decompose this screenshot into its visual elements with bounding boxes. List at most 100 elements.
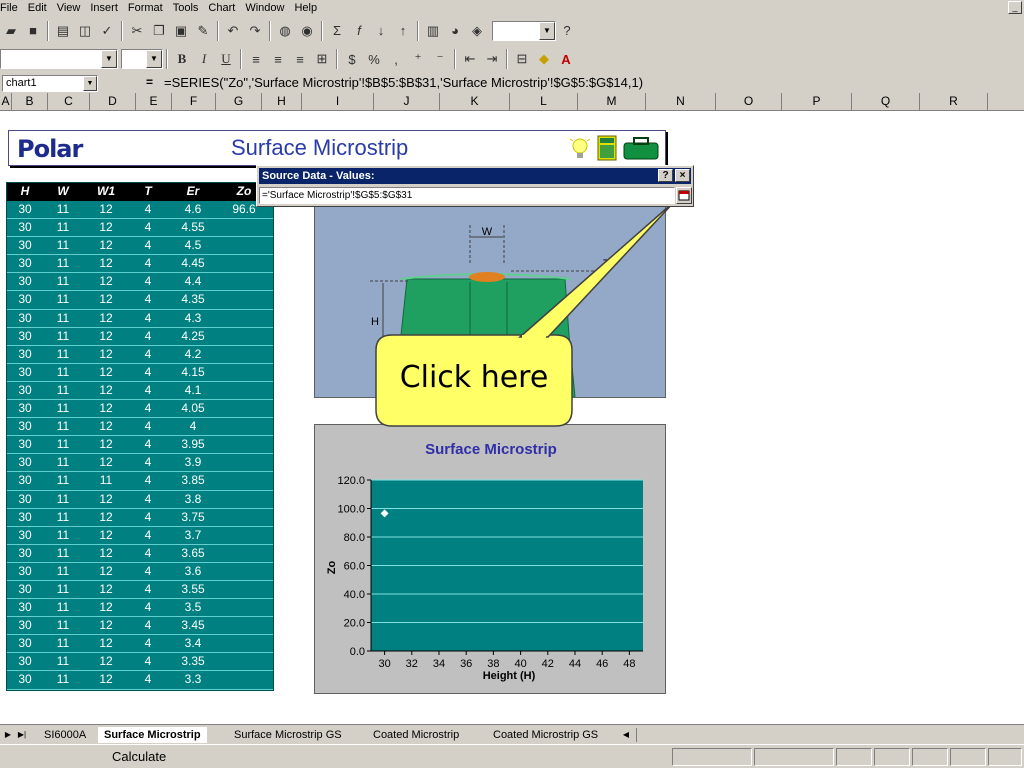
table-cell[interactable] bbox=[219, 219, 269, 236]
align-center-icon[interactable]: ≡ bbox=[267, 48, 289, 70]
tab-surface-microstrip[interactable]: Surface Microstrip bbox=[98, 727, 207, 743]
table-cell[interactable]: 4.35 bbox=[167, 291, 219, 308]
table-cell[interactable]: 3.45 bbox=[167, 617, 219, 634]
table-cell[interactable]: 30 bbox=[7, 617, 43, 634]
spelling-icon[interactable]: ✓ bbox=[96, 20, 118, 42]
italic-icon[interactable]: I bbox=[193, 48, 215, 70]
table-cell[interactable] bbox=[219, 310, 269, 327]
table-cell[interactable]: 12 bbox=[83, 328, 129, 345]
table-cell[interactable]: 30 bbox=[7, 491, 43, 508]
menu-tools[interactable]: Tools bbox=[168, 2, 204, 14]
table-cell[interactable]: 30 bbox=[7, 219, 43, 236]
table-cell[interactable]: 12 bbox=[83, 382, 129, 399]
column-header-l[interactable]: L bbox=[510, 93, 578, 110]
table-cell[interactable]: 30 bbox=[7, 545, 43, 562]
table-cell[interactable]: 11 bbox=[43, 255, 83, 272]
horizontal-scrollbar[interactable] bbox=[636, 728, 988, 742]
tab-surface-microstrip-gs[interactable]: Surface Microstrip GS bbox=[228, 727, 348, 743]
table-cell[interactable]: 12 bbox=[83, 581, 129, 598]
table-cell[interactable] bbox=[219, 382, 269, 399]
table-cell[interactable] bbox=[219, 291, 269, 308]
table-cell[interactable]: 11 bbox=[43, 237, 83, 254]
font-size-combo[interactable]: ▼ bbox=[121, 49, 163, 69]
table-cell[interactable]: 30 bbox=[7, 454, 43, 471]
table-cell[interactable] bbox=[219, 545, 269, 562]
tab-si6000a[interactable]: SI6000A bbox=[38, 727, 92, 743]
table-cell[interactable]: 4.1 bbox=[167, 382, 219, 399]
print-preview-icon[interactable]: ◫ bbox=[74, 20, 96, 42]
copy-icon[interactable]: ❐ bbox=[148, 20, 170, 42]
column-header-a[interactable]: A bbox=[0, 93, 12, 110]
undo-icon[interactable]: ↶ bbox=[222, 20, 244, 42]
hyperlink-icon[interactable]: ◍ bbox=[274, 20, 296, 42]
table-cell[interactable] bbox=[219, 400, 269, 417]
lightbulb-icon[interactable] bbox=[569, 136, 591, 160]
table-cell[interactable]: 12 bbox=[83, 563, 129, 580]
table-cell[interactable]: 4.15 bbox=[167, 364, 219, 381]
table-cell[interactable]: 30 bbox=[7, 581, 43, 598]
table-cell[interactable]: 12 bbox=[83, 255, 129, 272]
column-header-m[interactable]: M bbox=[578, 93, 646, 110]
sort-descending-icon[interactable]: ↑ bbox=[392, 20, 414, 42]
menu-file[interactable]: File bbox=[0, 2, 23, 14]
table-cell[interactable]: 30 bbox=[7, 328, 43, 345]
table-cell[interactable]: 30 bbox=[7, 310, 43, 327]
table-cell[interactable]: 4.25 bbox=[167, 328, 219, 345]
table-cell[interactable]: 30 bbox=[7, 436, 43, 453]
menu-view[interactable]: View bbox=[52, 2, 86, 14]
table-cell[interactable]: 4 bbox=[129, 201, 167, 218]
table-cell[interactable]: 30 bbox=[7, 400, 43, 417]
table-cell[interactable]: 11 bbox=[43, 599, 83, 616]
table-cell[interactable]: 3.75 bbox=[167, 509, 219, 526]
table-cell[interactable]: 12 bbox=[83, 454, 129, 471]
table-cell[interactable] bbox=[219, 436, 269, 453]
chevron-down-icon[interactable]: ▼ bbox=[101, 50, 117, 68]
cut-icon[interactable]: ✂ bbox=[126, 20, 148, 42]
table-cell[interactable]: 11 bbox=[43, 346, 83, 363]
column-header-d[interactable]: D bbox=[90, 93, 136, 110]
comma-icon[interactable]: , bbox=[385, 48, 407, 70]
table-cell[interactable]: 11 bbox=[43, 635, 83, 652]
zoom-combo[interactable]: ▼ bbox=[492, 20, 556, 41]
table-cell[interactable] bbox=[219, 418, 269, 435]
table-cell[interactable]: 12 bbox=[83, 273, 129, 290]
table-cell[interactable]: 11 bbox=[43, 364, 83, 381]
table-cell[interactable]: 11 bbox=[43, 328, 83, 345]
formula-equals[interactable]: = bbox=[146, 75, 153, 89]
borders-icon[interactable]: ⊟ bbox=[511, 48, 533, 70]
toolbox-icon[interactable] bbox=[623, 136, 659, 160]
column-header-c[interactable]: C bbox=[48, 93, 90, 110]
table-cell[interactable]: 4 bbox=[129, 237, 167, 254]
table-cell[interactable]: 11 bbox=[43, 472, 83, 489]
table-cell[interactable]: 12 bbox=[83, 291, 129, 308]
table-cell[interactable]: 3.55 bbox=[167, 581, 219, 598]
table-cell[interactable]: 4 bbox=[129, 328, 167, 345]
fill-color-icon[interactable]: ◆ bbox=[533, 48, 555, 70]
table-cell[interactable]: 4 bbox=[129, 219, 167, 236]
table-cell[interactable]: 4 bbox=[129, 273, 167, 290]
bold-icon[interactable]: B bbox=[171, 48, 193, 70]
calculator-icon[interactable] bbox=[597, 135, 617, 161]
table-cell[interactable]: 30 bbox=[7, 599, 43, 616]
table-cell[interactable]: 30 bbox=[7, 527, 43, 544]
font-name-combo[interactable]: ▼ bbox=[0, 49, 118, 69]
name-box[interactable]: chart1 ▼ bbox=[2, 75, 98, 92]
table-cell[interactable]: 11 bbox=[43, 671, 83, 688]
merge-center-icon[interactable]: ⊞ bbox=[311, 48, 333, 70]
autosum-icon[interactable]: Σ bbox=[326, 20, 348, 42]
table-cell[interactable]: 4.4 bbox=[167, 273, 219, 290]
table-cell[interactable]: 3.35 bbox=[167, 653, 219, 670]
table-cell[interactable]: 12 bbox=[83, 201, 129, 218]
save-icon[interactable]: ■ bbox=[22, 20, 44, 42]
table-cell[interactable]: 11 bbox=[43, 418, 83, 435]
table-cell[interactable]: 4 bbox=[129, 599, 167, 616]
table-cell[interactable]: 3.95 bbox=[167, 436, 219, 453]
help-button[interactable]: ? bbox=[658, 169, 673, 182]
window-minimize-button[interactable]: _ bbox=[1008, 1, 1022, 14]
table-cell[interactable]: 11 bbox=[43, 400, 83, 417]
menu-help[interactable]: Help bbox=[289, 2, 322, 14]
table-cell[interactable] bbox=[219, 635, 269, 652]
percent-icon[interactable]: % bbox=[363, 48, 385, 70]
table-cell[interactable]: 4 bbox=[129, 581, 167, 598]
column-header-h[interactable]: H bbox=[262, 93, 302, 110]
